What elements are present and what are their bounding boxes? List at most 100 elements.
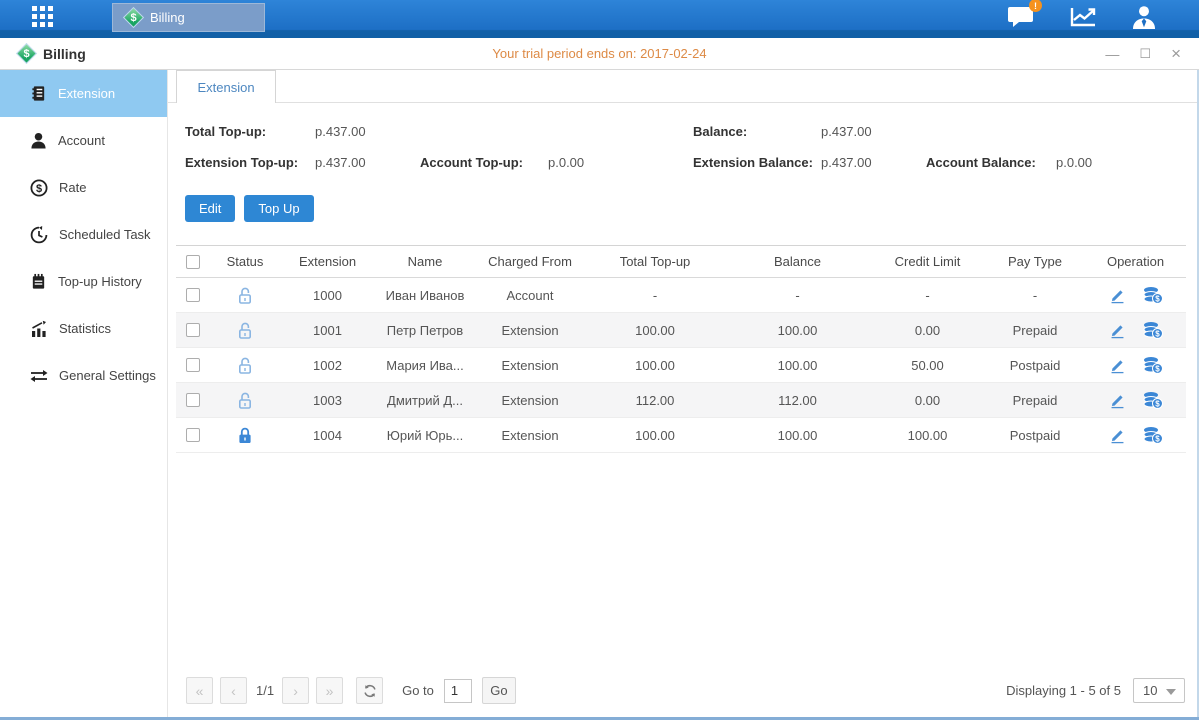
cell-name: Петр Петров [375, 323, 475, 338]
svg-text:$: $ [1155, 365, 1160, 374]
sidebar-item-label: Top-up History [58, 274, 142, 289]
apps-grid-icon[interactable] [32, 6, 53, 27]
sidebar-item-topup-history[interactable]: Top-up History [0, 258, 167, 305]
cell-extension: 1001 [280, 323, 375, 338]
content-tab-bar: Extension [168, 70, 1199, 103]
account-topup-label: Account Top-up: [420, 147, 548, 178]
sidebar-item-account[interactable]: Account [0, 117, 167, 164]
extension-balance-value: p.437.00 [821, 147, 926, 178]
sidebar-item-general-settings[interactable]: General Settings [0, 352, 167, 399]
notification-badge: ! [1029, 0, 1042, 12]
next-page-button[interactable]: › [282, 677, 309, 704]
sidebar-item-scheduled-task[interactable]: Scheduled Task [0, 211, 167, 258]
page-indicator: 1/1 [256, 683, 274, 698]
column-header-status: Status [210, 254, 280, 269]
cell-charged-from: Extension [475, 358, 585, 373]
cell-balance: 112.00 [725, 393, 870, 408]
lock-open-icon [237, 356, 253, 374]
topup-icon[interactable]: $ [1143, 391, 1163, 409]
edit-icon[interactable] [1109, 287, 1126, 304]
billing-title-diamond-icon: $ [18, 45, 35, 62]
main-content: Extension Total Top-up: p.437.00 Balance… [168, 70, 1199, 717]
cell-extension: 1003 [280, 393, 375, 408]
cell-balance: 100.00 [725, 323, 870, 338]
lock-closed-icon [237, 426, 253, 444]
general-settings-icon [30, 368, 48, 384]
window-title-bar: $ Billing Your trial period ends on: 201… [0, 38, 1199, 70]
page-size-value: 10 [1143, 683, 1157, 698]
select-all-checkbox[interactable] [186, 255, 200, 269]
maximize-button[interactable]: ☐ [1139, 47, 1151, 60]
first-page-button[interactable]: « [186, 677, 213, 704]
window-title: Billing [43, 46, 86, 62]
edit-button[interactable]: Edit [185, 195, 235, 222]
reports-chart-icon[interactable] [1069, 6, 1097, 28]
tab-extension[interactable]: Extension [176, 70, 276, 103]
svg-text:$: $ [1155, 435, 1160, 444]
topup-icon[interactable]: $ [1143, 356, 1163, 374]
total-topup-value: p.437.00 [315, 116, 420, 147]
cell-pay-type: - [985, 288, 1085, 303]
topup-icon[interactable]: $ [1143, 426, 1163, 444]
billing-app-tab[interactable]: $ Billing [112, 3, 265, 32]
edit-icon[interactable] [1109, 322, 1126, 339]
row-checkbox[interactable] [186, 323, 200, 337]
table-row: 1002 Мария Ива... Extension 100.00 100.0… [176, 348, 1186, 383]
messages-icon[interactable]: ! [1007, 5, 1035, 28]
refresh-button[interactable] [356, 677, 383, 704]
user-account-icon[interactable] [1131, 5, 1157, 29]
go-button[interactable]: Go [482, 677, 516, 704]
topup-icon[interactable]: $ [1143, 286, 1163, 304]
account-icon [30, 132, 47, 149]
trial-notice: Your trial period ends on: 2017-02-24 [0, 46, 1199, 61]
sidebar-item-rate[interactable]: $ Rate [0, 164, 167, 211]
row-checkbox[interactable] [186, 428, 200, 442]
cell-extension: 1002 [280, 358, 375, 373]
cell-name: Юрий Юрь... [375, 428, 475, 443]
cell-charged-from: Account [475, 288, 585, 303]
cell-charged-from: Extension [475, 393, 585, 408]
column-header-credit-limit: Credit Limit [870, 254, 985, 269]
cell-total-topup: 100.00 [585, 358, 725, 373]
sidebar-item-extension[interactable]: Extension [0, 70, 167, 117]
column-header-name: Name [375, 254, 475, 269]
goto-page-input[interactable] [444, 679, 472, 703]
cell-total-topup: 112.00 [585, 393, 725, 408]
table-row: 1003 Дмитрий Д... Extension 112.00 112.0… [176, 383, 1186, 418]
table-row: 1004 Юрий Юрь... Extension 100.00 100.00… [176, 418, 1186, 453]
page-size-select[interactable]: 10 [1133, 678, 1185, 703]
extension-balance-label: Extension Balance: [693, 147, 821, 178]
row-checkbox[interactable] [186, 393, 200, 407]
lock-open-icon [237, 391, 253, 409]
prev-page-button[interactable]: ‹ [220, 677, 247, 704]
sidebar-item-label: Scheduled Task [59, 227, 151, 242]
sidebar-item-statistics[interactable]: Statistics [0, 305, 167, 352]
table-header-row: Status Extension Name Charged From Total… [176, 245, 1186, 278]
sidebar-item-label: General Settings [59, 368, 156, 383]
sidebar: Extension Account $ Rate Scheduled Task [0, 70, 168, 717]
scheduled-task-icon [30, 226, 48, 244]
edit-icon[interactable] [1109, 392, 1126, 409]
close-button[interactable]: × [1171, 45, 1181, 62]
displaying-text: Displaying 1 - 5 of 5 [1006, 683, 1121, 698]
statistics-icon [30, 320, 48, 338]
cell-credit-limit: 100.00 [870, 428, 985, 443]
cell-charged-from: Extension [475, 428, 585, 443]
topup-icon[interactable]: $ [1143, 321, 1163, 339]
pagination-bar: « ‹ 1/1 › » Go to Go Displaying 1 - 5 of… [168, 677, 1199, 717]
row-checkbox[interactable] [186, 358, 200, 372]
minimize-button[interactable]: — [1105, 47, 1119, 61]
extensions-table: Status Extension Name Charged From Total… [176, 245, 1186, 453]
cell-balance: 100.00 [725, 358, 870, 373]
top-up-button[interactable]: Top Up [244, 195, 313, 222]
cell-credit-limit: 0.00 [870, 323, 985, 338]
column-header-balance: Balance [725, 254, 870, 269]
edit-icon[interactable] [1109, 357, 1126, 374]
cell-total-topup: 100.00 [585, 428, 725, 443]
cell-balance: - [725, 288, 870, 303]
goto-label: Go to [402, 683, 434, 698]
last-page-button[interactable]: » [316, 677, 343, 704]
svg-text:$: $ [36, 183, 42, 195]
row-checkbox[interactable] [186, 288, 200, 302]
edit-icon[interactable] [1109, 427, 1126, 444]
